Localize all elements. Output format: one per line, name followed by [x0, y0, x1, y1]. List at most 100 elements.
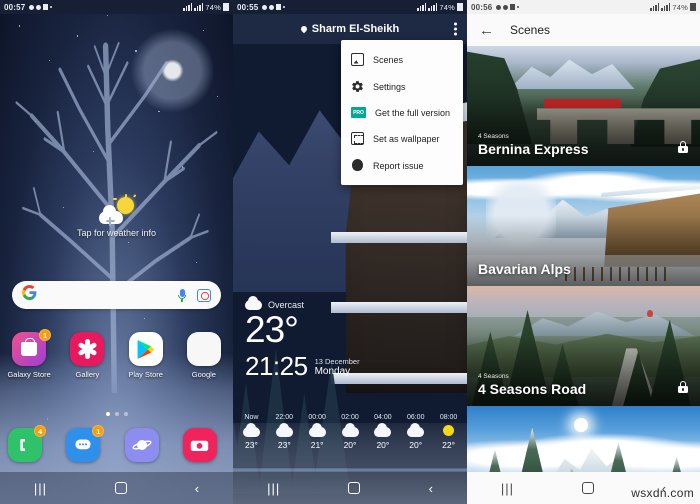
hourly-item[interactable]: 22:00 23° — [268, 414, 301, 468]
menu-item-set-as-wallpaper[interactable]: Set as wallpaper — [341, 125, 463, 152]
wallpaper-icon — [351, 132, 364, 145]
google-logo-icon — [22, 285, 37, 305]
wifi-icon — [650, 3, 660, 11]
app-label: Gallery — [75, 370, 100, 379]
battery-percent: 74% — [672, 2, 688, 12]
galaxy-store-badge: 1 — [39, 329, 52, 341]
app-gallery[interactable]: Gallery — [61, 332, 113, 379]
app-grid: 1 Galaxy Store Gallery Play Store Google — [0, 329, 233, 379]
dock-camera[interactable] — [182, 428, 225, 462]
phone-badge: 4 — [34, 425, 47, 437]
hour-time: 00:00 — [308, 414, 326, 421]
cloud-icon — [308, 423, 326, 437]
hour-temp: 22° — [442, 440, 456, 450]
app-notification-icon — [43, 4, 49, 10]
scenes-list-panel: 00:56 74% ← Scenes 4 Seasons Bernina Exp… — [467, 0, 700, 504]
back-button[interactable]: ‹ — [195, 481, 199, 496]
overflow-menu: Scenes Settings PRO Get the full version… — [341, 40, 463, 185]
dock-internet[interactable] — [124, 428, 167, 462]
hourly-item[interactable]: 00:00 21° — [301, 414, 334, 468]
page-indicator[interactable] — [0, 412, 233, 416]
page-dot-1[interactable] — [105, 412, 110, 416]
scenes-app-bar: ← Scenes — [467, 14, 700, 46]
scene-meta: 4 Seasons 4 Seasons Road — [478, 373, 586, 397]
status-time: 00:55 — [237, 2, 259, 12]
dock: 4 1 — [0, 425, 233, 462]
menu-item-scenes[interactable]: Scenes — [341, 46, 463, 73]
scene-card-winter[interactable] — [467, 406, 700, 472]
hourly-item[interactable]: 04:00 20° — [366, 414, 399, 468]
hourly-item[interactable]: 08:00 22° — [432, 414, 465, 468]
home-button[interactable] — [114, 482, 127, 494]
hourly-item[interactable]: 02:00 20° — [334, 414, 367, 468]
scene-card-4-seasons-road[interactable]: 4 Seasons 4 Seasons Road — [467, 286, 700, 406]
status-notification-icons — [29, 4, 53, 10]
scene-card-bernina-express[interactable]: 4 Seasons Bernina Express — [467, 46, 700, 166]
signal-icon — [194, 3, 204, 11]
hour-temp: 20° — [343, 440, 357, 450]
scenes-list[interactable]: 4 Seasons Bernina Express Bavarian Alps — [467, 46, 700, 472]
scene-meta: 4 Seasons Bernina Express — [478, 133, 589, 157]
home-button[interactable] — [581, 482, 594, 494]
status-notification-icons — [496, 4, 520, 10]
page-dot-2[interactable] — [114, 412, 119, 416]
clock-notification-icon — [503, 4, 509, 10]
clock-notification-icon — [269, 4, 275, 10]
scene-thumbnail — [467, 406, 700, 472]
recents-button[interactable]: ||| — [34, 481, 47, 496]
play-store-icon — [128, 332, 163, 366]
bug-icon — [351, 159, 364, 172]
google-search-bar[interactable] — [12, 281, 221, 309]
hourly-item[interactable]: Now 23° — [235, 414, 268, 468]
scene-category: 4 Seasons — [478, 373, 509, 380]
app-google-folder[interactable]: Google — [178, 332, 230, 379]
menu-item-report-issue[interactable]: Report issue — [341, 152, 463, 179]
internet-icon — [124, 428, 159, 462]
app-label: Galaxy Store — [7, 370, 51, 379]
battery-percent: 74% — [439, 2, 455, 12]
status-system-icons: 74% — [650, 3, 696, 12]
camera-icon — [182, 428, 217, 462]
kebab-menu-icon[interactable] — [454, 22, 457, 36]
dock-phone[interactable]: 4 — [8, 425, 50, 462]
home-button[interactable] — [348, 482, 361, 494]
back-arrow-icon[interactable]: ← — [479, 22, 494, 39]
google-lens-icon[interactable] — [197, 288, 211, 302]
menu-item-get-full-version[interactable]: PRO Get the full version — [341, 100, 463, 125]
wifi-icon — [417, 3, 427, 11]
hourly-item[interactable]: 06:00 20° — [399, 414, 432, 468]
hour-temp: 23° — [245, 440, 258, 450]
menu-item-label: Scenes — [373, 54, 404, 65]
menu-item-settings[interactable]: Settings — [341, 73, 463, 100]
page-title: Scenes — [510, 23, 551, 37]
status-bar: 00:56 74% — [467, 0, 700, 14]
back-button[interactable]: ‹ — [429, 481, 433, 496]
pro-badge-icon: PRO — [351, 107, 366, 118]
status-time: 00:57 — [4, 2, 26, 12]
hourly-forecast-row[interactable]: Now 23° 22:00 23° 00:00 21° 02:00 20° 04… — [233, 410, 467, 468]
recents-button[interactable]: ||| — [501, 481, 514, 496]
app-notification-icon — [510, 4, 516, 10]
current-date: 13 December — [314, 356, 360, 366]
weather-widget[interactable]: Tap for weather info — [0, 194, 233, 238]
gear-notification-icon — [29, 4, 35, 10]
app-galaxy-store[interactable]: 1 Galaxy Store — [3, 329, 55, 379]
scene-card-bavarian-alps[interactable]: Bavarian Alps — [467, 166, 700, 286]
app-label: Play Store — [128, 370, 163, 379]
clock-notification-icon — [36, 4, 42, 10]
signal-icon — [661, 3, 671, 11]
hour-time: 08:00 — [439, 414, 458, 421]
recents-button[interactable]: ||| — [267, 481, 280, 496]
page-dot-3[interactable] — [123, 412, 128, 416]
navigation-bar: ||| ‹ — [0, 472, 233, 504]
location-name[interactable]: Sharm El-Sheikh — [312, 23, 399, 35]
hour-time: 04:00 — [374, 414, 392, 421]
cloud-icon — [341, 423, 359, 437]
battery-icon — [223, 3, 229, 11]
microphone-icon[interactable] — [178, 288, 186, 302]
scene-name: Bavarian Alps — [478, 261, 571, 277]
app-play-store[interactable]: Play Store — [120, 332, 172, 379]
dock-messages[interactable]: 1 — [66, 425, 108, 462]
cloud-icon — [242, 423, 260, 437]
horizontal-scrollbar[interactable] — [233, 469, 467, 471]
